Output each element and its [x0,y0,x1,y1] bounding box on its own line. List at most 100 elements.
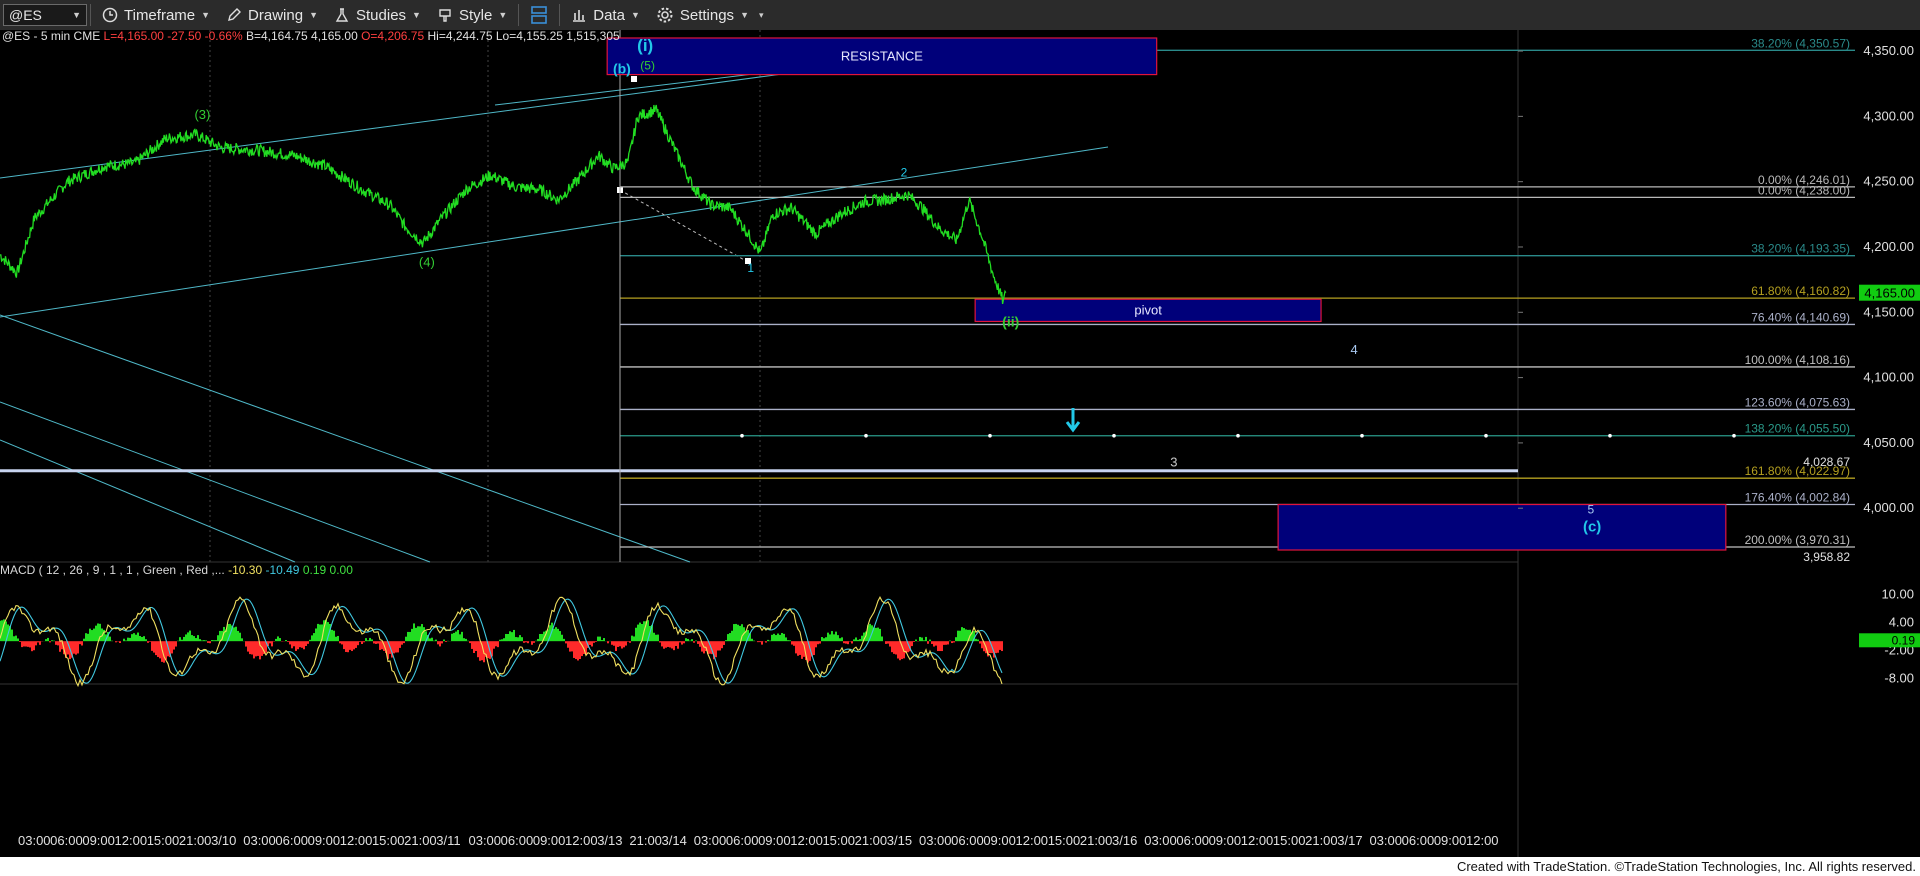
time-tick-label: 15:00 [822,833,855,848]
time-tick-label: 03:00 [694,833,727,848]
time-tick-label: 21:00 [629,833,662,848]
chevron-down-icon: ▼ [412,10,421,20]
time-tick-label: 03:00 [919,833,952,848]
wave-label: (b) [613,60,631,76]
pencil-icon [228,8,242,21]
copyright-text: Created with TradeStation. ©TradeStation… [1456,859,1916,874]
time-tick-label: 15:00 [1048,833,1081,848]
fib-label: 0.00% (4,238.00) [1758,183,1850,197]
wave-label: 3 [1170,454,1177,469]
fib-label: 176.40% (4,002.84) [1745,491,1850,505]
level-label: 4,028.67 [1803,455,1850,469]
timeframe-menu[interactable]: Timeframe ▼ [94,0,218,30]
time-tick-label: 21:00 [1080,833,1113,848]
chevron-down-icon: ▼ [201,10,211,20]
toolbar-overflow-icon[interactable]: ▾ [759,10,764,21]
wave-label: (i) [637,36,653,55]
studies-menu[interactable]: Studies ▼ [326,0,429,30]
level-dot [1732,433,1736,438]
price-tick-label: 4,300.00 [1863,108,1914,123]
settings-menu[interactable]: Settings ▼ [648,0,757,30]
time-tick-label: 3/10 [211,833,236,848]
time-tick-label: 21:00 [1305,833,1338,848]
time-tick-label: 3/15 [887,833,912,848]
support-band [0,469,1518,473]
time-tick-label: 03:00 [18,833,51,848]
time-tick-label: 3/13 [597,833,622,848]
symbol-input[interactable]: @ES ▼ [3,4,87,26]
fib-label: 76.40% (4,140.69) [1751,310,1850,324]
layout-icon [531,6,548,24]
time-tick-label: 03:00 [468,833,501,848]
time-tick-label: 06:00 [275,833,308,848]
pivot-label: pivot [1134,302,1162,317]
time-tick-label: 3/11 [436,833,460,848]
time-tick-label: 09:00 [1209,833,1242,848]
toolbar: @ES ▼ Timeframe ▼ Drawing ▼ Studies ▼ St… [0,0,1920,31]
level-dot [1360,433,1364,438]
macd-tick-label: 10.00 [1881,586,1914,601]
time-tick-label: 3/16 [1112,833,1137,848]
data-menu[interactable]: Data ▼ [563,0,648,30]
chevron-down-icon: ▼ [740,10,749,20]
style-label: Style [458,6,493,24]
chart-header: @ES - 5 min CME L=4,165.00 -27.50 -0.66%… [2,30,620,43]
fib-label: 138.20% (4,055.50) [1745,422,1850,436]
anchor-point [631,76,637,82]
time-tick-label: 06:00 [1176,833,1209,848]
chevron-down-icon: ▼ [309,10,318,20]
wave-label: (c) [1583,519,1601,536]
chevron-down-icon: ▼ [630,10,640,20]
time-tick-label: 3/17 [1337,833,1362,848]
drawing-label: Drawing [248,6,304,24]
level-dot [1484,433,1488,438]
time-tick-label: 09:00 [308,833,341,848]
timeframe-label: Timeframe [124,6,196,24]
level-label: 3,958.82 [1803,550,1850,564]
toolbar-separator [518,4,520,26]
macd-header: MACD ( 12 , 26 , 9 , 1 , 1 , Green , Red… [0,563,353,577]
price-tick-label: 4,100.00 [1863,370,1914,385]
price-tick-label: 4,200.00 [1863,239,1914,254]
time-tick-label: 12:00 [340,833,373,848]
time-tick-label: 03:00 [1369,833,1402,848]
data-label: Data [593,6,625,24]
wave-label: (5) [640,58,655,72]
time-tick-label: 06:00 [50,833,83,848]
wave-label: (4) [419,255,435,270]
chevron-down-icon: ▼ [72,10,81,20]
time-tick-label: 21:00 [855,833,888,848]
chart-area[interactable]: 38.20% (4,350.57)0.00% (4,246.01)0.00% (… [0,30,1920,857]
level-dot [1236,433,1240,438]
level-dot [1608,433,1612,438]
time-tick-label: 21:00 [404,833,437,848]
flask-icon [335,8,349,22]
time-tick-label: 3/14 [662,833,687,848]
target-zone [1277,503,1727,551]
gear-icon [657,7,673,23]
price-tick-label: 4,050.00 [1863,435,1914,450]
time-tick-label: 12:00 [1466,833,1499,848]
macd-last-label: 0.19 [1892,633,1916,647]
chevron-down-icon: ▼ [498,10,508,20]
level-dot [1112,433,1116,438]
time-tick-label: 03:00 [1144,833,1177,848]
wave-label: 2 [901,165,908,179]
drawing-menu[interactable]: Drawing ▼ [218,0,326,30]
layout-button[interactable] [522,0,556,30]
price-tick-label: 4,350.00 [1863,43,1914,58]
time-tick-label: 12:00 [115,833,148,848]
wave-label: (3) [194,107,210,122]
time-tick-label: 06:00 [951,833,984,848]
macd-tick-label: 4.00 [1889,614,1914,629]
fib-label: 38.20% (4,193.35) [1751,242,1850,256]
time-tick-label: 06:00 [726,833,759,848]
time-tick-label: 09:00 [533,833,566,848]
wave-label: 4 [1351,342,1358,357]
studies-label: Studies [356,6,407,24]
price-tick-label: 4,000.00 [1863,500,1914,515]
symbol-text: @ES [9,7,42,23]
style-menu[interactable]: Style ▼ [429,0,515,30]
time-tick-label: 12:00 [1016,833,1049,848]
time-tick-label: 12:00 [790,833,823,848]
